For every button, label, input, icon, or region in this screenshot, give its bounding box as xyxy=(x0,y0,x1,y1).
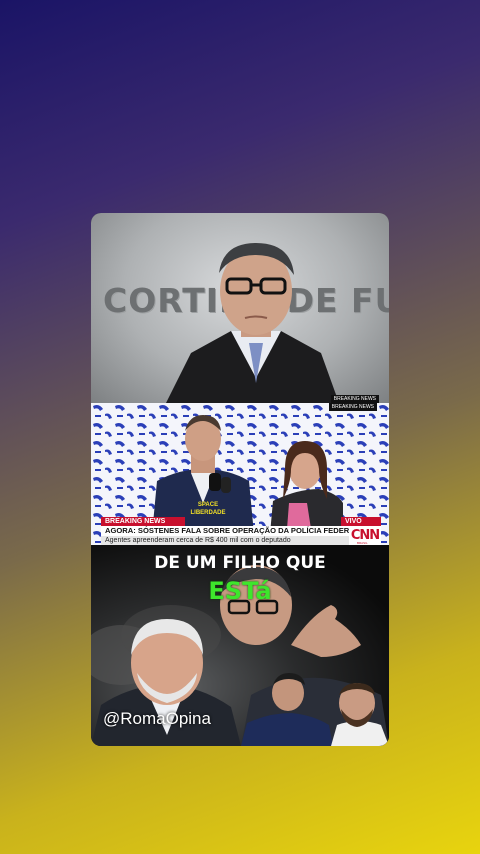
news-broadcast-panel: BREAKING NEWS SPACE LIBERDADE BREAKING N… xyxy=(91,403,389,545)
screen: { "panel1": { "title": "CORTINA DE FUMAÇ… xyxy=(0,0,480,854)
live-label: VIVO xyxy=(341,517,381,526)
caption-line-2-lower: á xyxy=(255,577,272,605)
breaking-news-badge: BREAKING NEWS xyxy=(330,395,379,403)
news-subline: Agentes apreenderam cerca de R$ 400 mil … xyxy=(101,536,357,545)
video-card[interactable]: CORTINA DE FUMAÇA BREAKING NEWS xyxy=(91,213,389,746)
space-liberdade-logo: SPACE LIBERDADE xyxy=(190,502,226,516)
watermark-handle: @RomaOpina xyxy=(103,709,211,728)
breaking-news-label: BREAKING NEWS xyxy=(101,517,185,526)
thumbnail-panel-top: CORTINA DE FUMAÇA BREAKING NEWS xyxy=(91,213,389,403)
caption-line-2-caps: EST xyxy=(208,577,256,605)
man-glasses-portrait xyxy=(166,243,339,403)
news-headline: AGORA: SÓSTENES FALA SOBRE OPERAÇÃO DA P… xyxy=(101,526,357,536)
caption-line-1: DE UM FILHO QUE xyxy=(154,553,326,573)
politicians-collage-panel: DE UM FILHO QUE ESTá @RomaOpina xyxy=(91,545,389,746)
top-breaking-badge: BREAKING NEWS xyxy=(328,403,377,411)
caption-line-2: ESTá xyxy=(91,577,389,605)
